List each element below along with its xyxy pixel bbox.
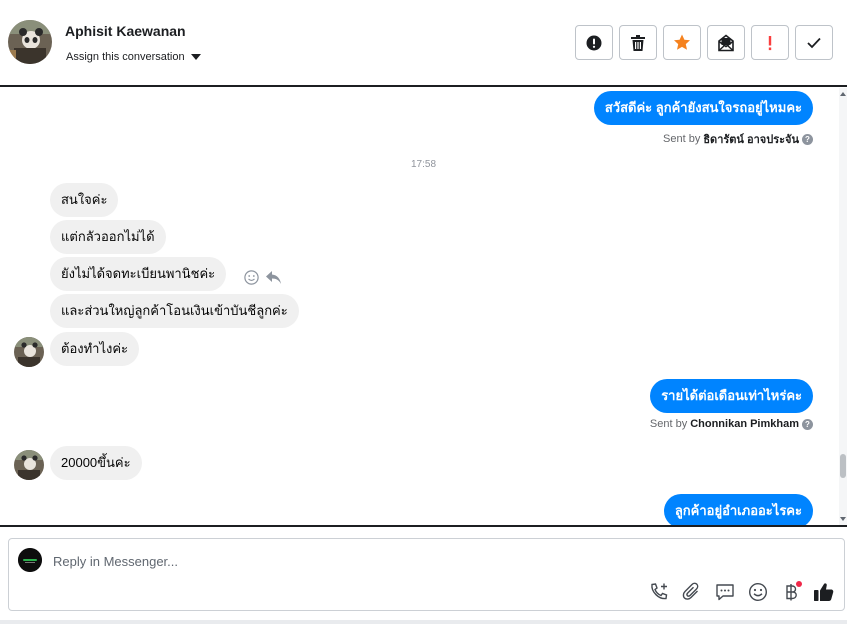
attachment-icon	[682, 582, 698, 600]
delete-button[interactable]	[619, 25, 657, 60]
assign-label: Assign this conversation	[66, 51, 185, 63]
incoming-message[interactable]: แต่กลัวออกไม่ได้	[50, 220, 166, 254]
page-avatar	[18, 548, 42, 572]
like-button[interactable]	[812, 580, 835, 603]
message-thread[interactable]: สวัสดีค่ะ ลูกค้ายังสนใจรถอยู่ไหมคะ Sent …	[0, 88, 847, 525]
thread-scrollbar[interactable]	[839, 88, 847, 525]
scroll-up-arrow-icon[interactable]	[840, 92, 846, 96]
sent-by-info: Sent by ธิดารัตน์ อาจประจัน ?	[663, 130, 813, 148]
star-icon	[674, 34, 690, 50]
spam-alert-icon	[586, 35, 602, 50]
contact-avatar-small	[14, 450, 44, 480]
incoming-message[interactable]: สนใจค่ะ	[50, 183, 119, 217]
message-timestamp: 17:58	[410, 159, 437, 170]
call-button[interactable]	[647, 580, 670, 603]
incoming-message[interactable]: ยังไม่ได้จดทะเบียนพานิชค่ะ	[50, 257, 227, 291]
scroll-down-arrow-icon[interactable]	[840, 517, 846, 521]
emoji-icon	[748, 582, 767, 601]
payment-button[interactable]	[779, 580, 802, 603]
conversation-actions	[575, 25, 833, 60]
sent-by-name: Chonnikan Pimkham	[690, 418, 799, 430]
sent-by-prefix: Sent by	[663, 133, 701, 145]
composer-toolbar	[647, 580, 835, 603]
sent-by-info: Sent by Chonnikan Pimkham ?	[650, 418, 813, 430]
mark-unread-button[interactable]	[707, 25, 745, 60]
mail-icon	[718, 33, 734, 51]
spam-button[interactable]	[575, 25, 613, 60]
contact-name[interactable]: Aphisit Kaewanan	[65, 23, 186, 39]
message-hover-tools	[244, 270, 282, 285]
check-icon	[807, 37, 821, 48]
bottom-border	[0, 620, 847, 624]
sent-by-name: ธิดารัตน์ อาจประจัน	[703, 134, 799, 146]
mark-done-button[interactable]	[795, 25, 833, 60]
conversation-header: Aphisit Kaewanan Assign this conversatio…	[0, 0, 847, 87]
help-icon[interactable]: ?	[802, 418, 813, 430]
sent-by-prefix: Sent by	[649, 418, 688, 430]
attach-button[interactable]	[680, 580, 703, 603]
reply-input[interactable]	[53, 551, 813, 571]
reply-icon[interactable]	[265, 270, 282, 285]
contact-avatar[interactable]	[8, 20, 52, 64]
outgoing-message[interactable]: ลูกค้าอยู่อำเภออะไรคะ	[663, 494, 813, 525]
caret-down-icon	[190, 54, 201, 60]
star-button[interactable]	[663, 25, 701, 60]
follow-up-button[interactable]	[751, 25, 789, 60]
call-add-icon	[650, 582, 667, 599]
contact-avatar-small	[14, 337, 44, 367]
notification-dot	[796, 581, 802, 587]
like-icon	[814, 582, 834, 601]
trash-icon	[631, 34, 645, 51]
incoming-message[interactable]: และส่วนใหญ่ลูกค้าโอนเงินเข้าบันชีลูกค่ะ	[50, 294, 299, 328]
reply-composer	[8, 538, 845, 611]
saved-replies-icon	[715, 583, 734, 600]
outgoing-message[interactable]: รายได้ต่อเดือนเท่าไหร่คะ	[650, 379, 813, 413]
emoji-button[interactable]	[746, 580, 769, 603]
outgoing-message[interactable]: สวัสดีค่ะ ลูกค้ายังสนใจรถอยู่ไหมคะ	[593, 91, 813, 125]
divider	[0, 525, 847, 527]
incoming-message[interactable]: ต้องทำไงค่ะ	[50, 332, 140, 366]
saved-replies-button[interactable]	[713, 580, 736, 603]
help-icon[interactable]: ?	[802, 133, 813, 145]
assign-conversation-dropdown[interactable]: Assign this conversation	[66, 51, 201, 63]
incoming-message[interactable]: 20000ขึ้นค่ะ	[50, 446, 142, 480]
exclamation-icon	[768, 35, 772, 50]
emoji-react-icon[interactable]	[244, 270, 259, 285]
scrollbar-thumb[interactable]	[840, 454, 846, 478]
